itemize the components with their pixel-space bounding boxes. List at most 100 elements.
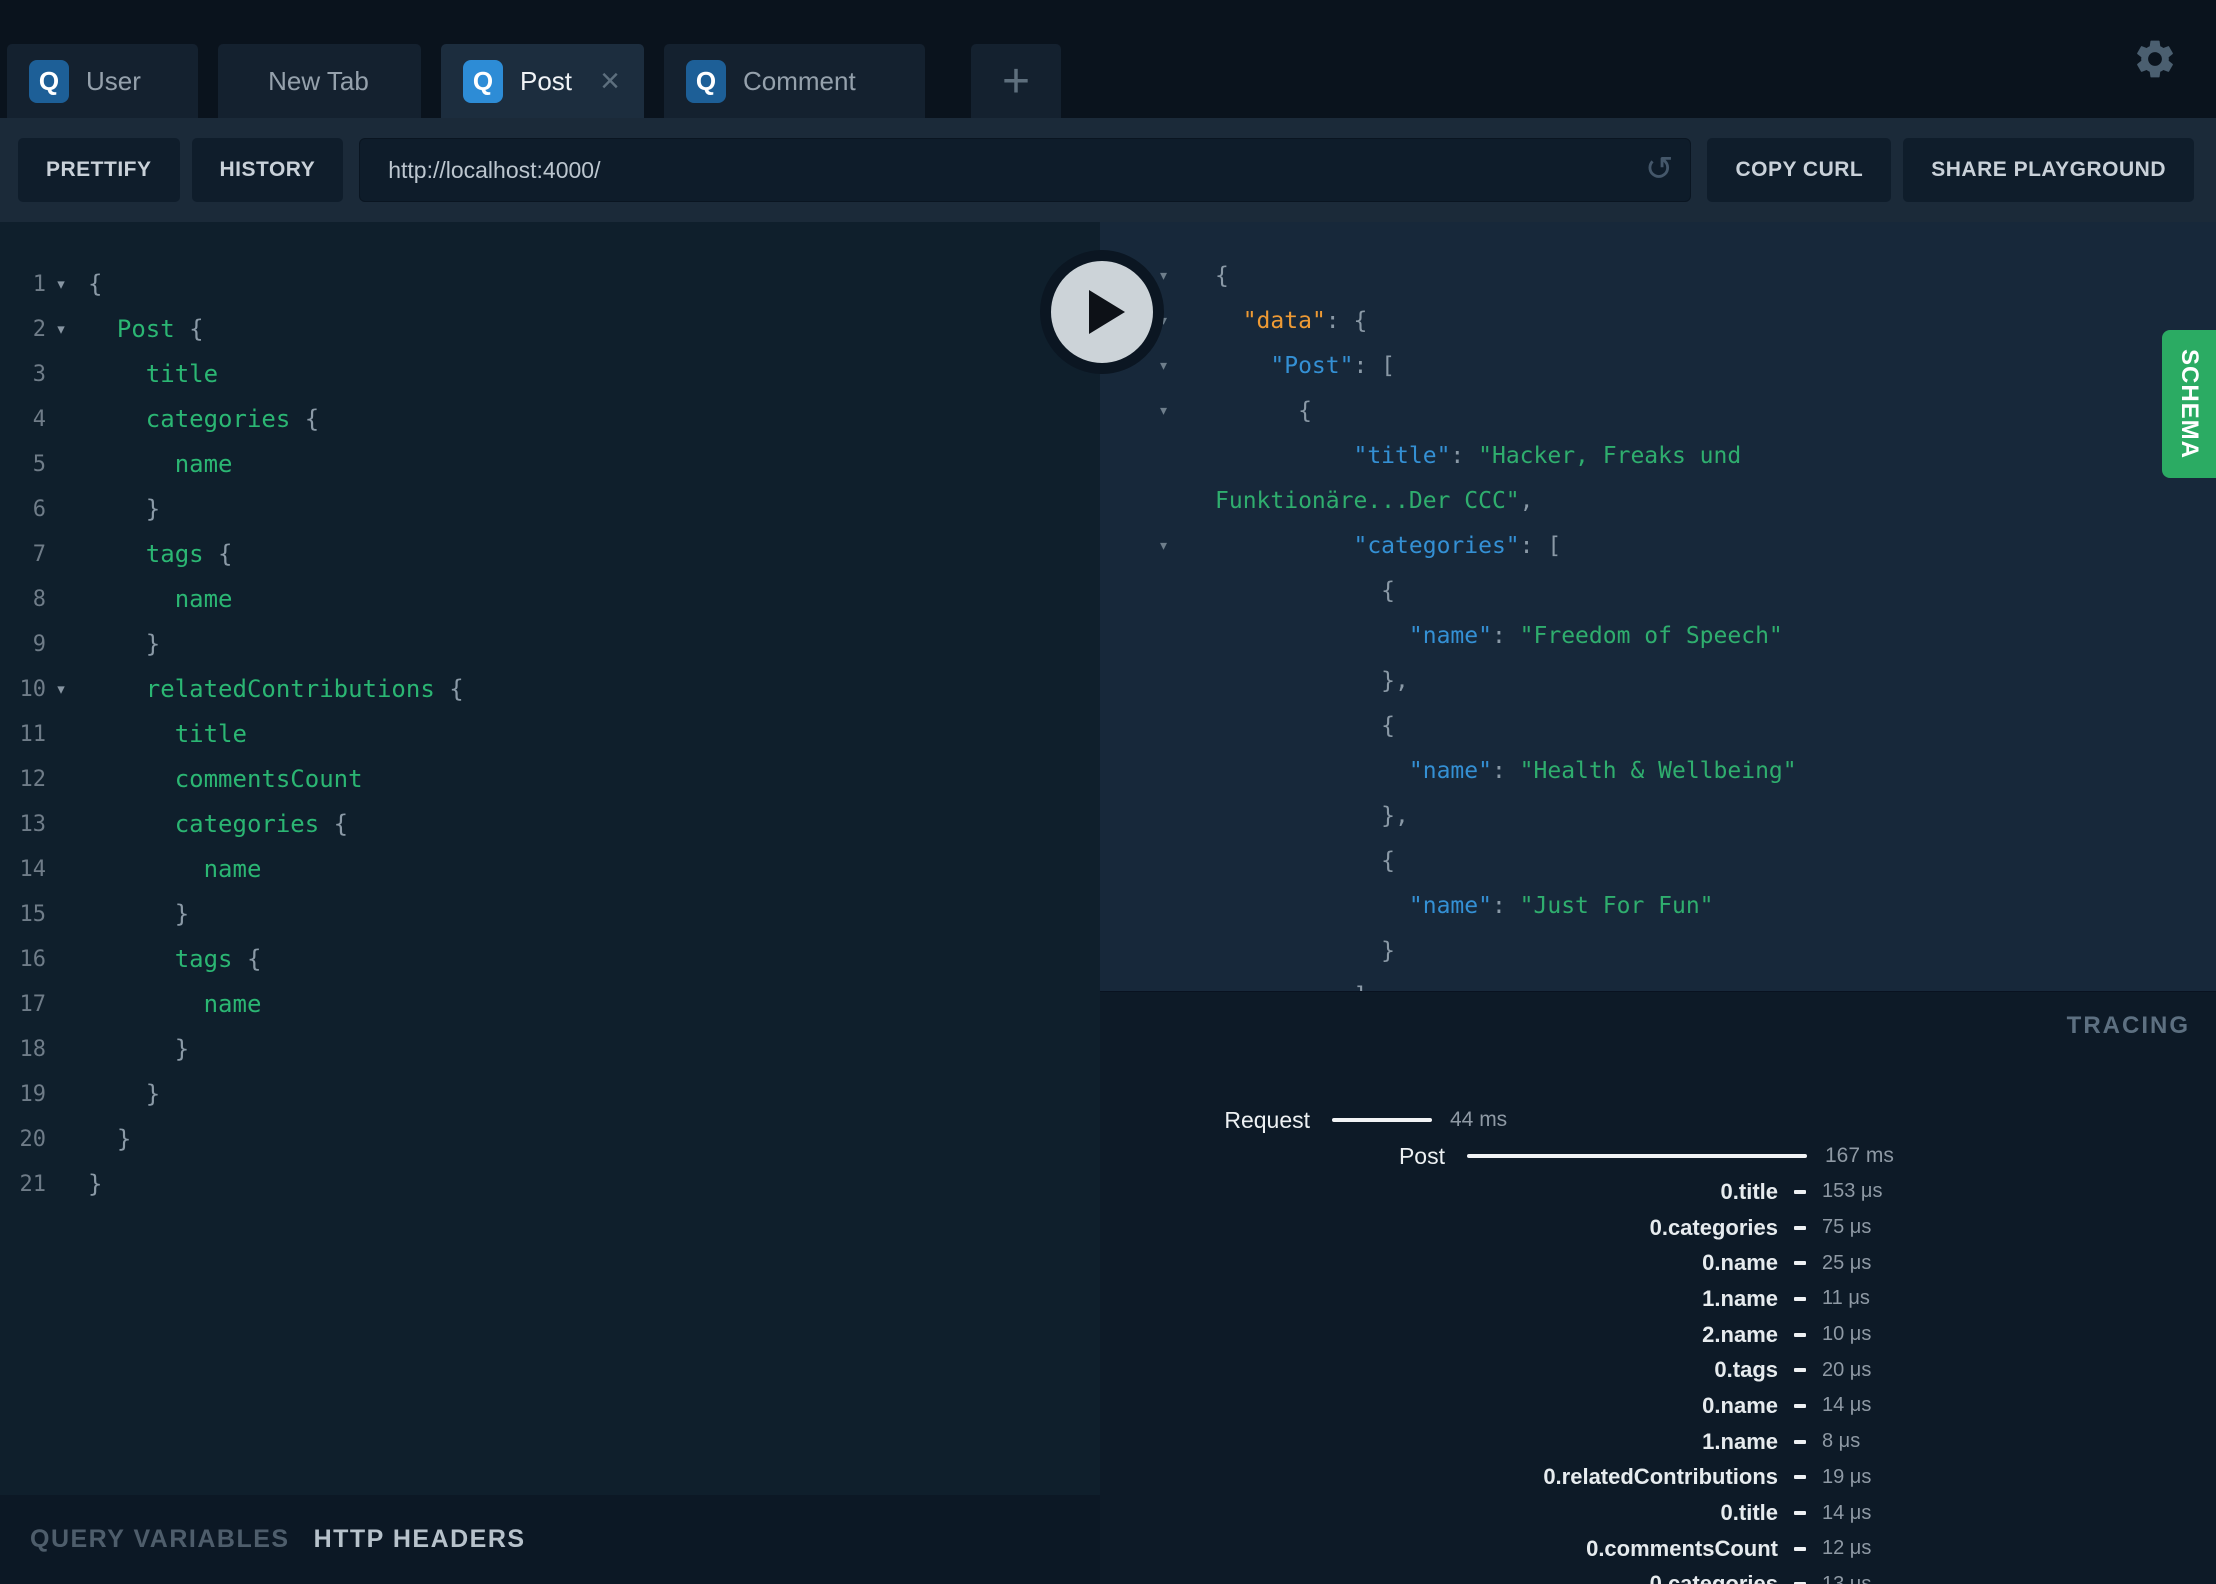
tab-label: User	[86, 65, 141, 96]
trace-duration: 13 μs	[1822, 1572, 1872, 1584]
query-line: 10 ▾ relatedContributions {	[0, 667, 1100, 712]
code-token: },	[1215, 803, 1409, 829]
tab-list: Q User New Tab Q Post × Q Comment	[7, 44, 945, 118]
new-tab-button[interactable]: +	[971, 44, 1061, 118]
query-variables-tab[interactable]: QUERY VARIABLES	[30, 1525, 290, 1554]
code-token: categories	[88, 405, 291, 433]
schema-tab-button[interactable]: SCHEMA	[2162, 330, 2216, 478]
code-token: tags	[88, 540, 204, 568]
code-token: {	[319, 810, 349, 838]
endpoint-url-input[interactable]	[359, 138, 1692, 202]
trace-path: 0.categories	[1649, 1214, 1778, 1240]
query-line: 13 categories {	[0, 802, 1100, 847]
query-line: 11 title	[0, 712, 1100, 757]
code-token: "categories"	[1353, 533, 1520, 559]
query-code: }	[76, 1072, 160, 1117]
trace-bar-dash	[1794, 1296, 1806, 1301]
trace-row: 0.categories 13 μs	[1100, 1567, 2216, 1584]
code-token: commentsCount	[88, 765, 363, 793]
trace-row: 2.name 10 μs	[1100, 1317, 2216, 1353]
copy-curl-button[interactable]: COPY CURL	[1707, 138, 1892, 202]
editor-footer: QUERY VARIABLES HTTP HEADERS	[0, 1495, 1100, 1584]
query-badge: Q	[463, 59, 503, 103]
tab-label: Comment	[743, 65, 856, 96]
code-token: },	[1215, 668, 1409, 694]
query-code: name	[76, 577, 233, 622]
line-number: 11	[19, 722, 47, 747]
prettify-button[interactable]: PRETTIFY	[18, 138, 180, 202]
code-token: {	[434, 675, 464, 703]
query-line: 16 tags {	[0, 937, 1100, 982]
trace-row: 0.tags 20 μs	[1100, 1352, 2216, 1388]
code-token: name	[88, 585, 233, 613]
fold-arrow-icon[interactable]: ▾	[46, 667, 76, 712]
fold-gutter	[46, 802, 76, 847]
execute-query-button[interactable]	[1040, 250, 1164, 374]
fold-arrow-icon[interactable]: ▾	[1160, 389, 1167, 434]
code-token: {	[290, 405, 320, 433]
line-number: 17	[19, 992, 47, 1017]
code-token: }	[88, 1170, 103, 1198]
trace-duration: 14 μs	[1822, 1501, 1872, 1524]
response-line: ]	[1100, 974, 2216, 992]
line-number: 19	[19, 1082, 47, 1107]
code-token: {	[1215, 713, 1396, 739]
fold-gutter	[46, 352, 76, 397]
query-line: 6 }	[0, 487, 1100, 532]
trace-duration: 12 μs	[1822, 1537, 1872, 1560]
code-token: "title"	[1353, 443, 1451, 469]
tab-new-tab[interactable]: New Tab	[218, 44, 421, 118]
trace-bar-dash	[1794, 1439, 1806, 1444]
trace-row: 1.name 8 μs	[1100, 1424, 2216, 1460]
response-lines: ▾{▾ "data": {▾ "Post": [▾ { "title": "Ha…	[1100, 254, 2216, 992]
code-token: }	[88, 1080, 161, 1108]
fold-gutter	[46, 622, 76, 667]
code-token: Post	[88, 315, 175, 343]
code-token: Funktionäre...Der CCC"	[1215, 488, 1520, 514]
fold-gutter	[46, 712, 76, 757]
trace-path: 1.name	[1702, 1428, 1778, 1454]
trace-bar-dash	[1794, 1261, 1806, 1266]
tab-user[interactable]: Q User	[7, 44, 198, 118]
line-number: 15	[19, 902, 47, 927]
fold-arrow-icon[interactable]: ▾	[1160, 344, 1167, 389]
query-editor[interactable]: 1 ▾{2 ▾ Post {3 title 4 categories {5 name 6…	[0, 222, 1100, 1495]
trace-row: 0.title 153 μs	[1100, 1174, 2216, 1210]
http-headers-tab[interactable]: HTTP HEADERS	[314, 1525, 526, 1554]
fold-arrow-icon[interactable]: ▾	[46, 307, 76, 352]
tab-label: Post	[520, 65, 573, 96]
response-line: ▾{	[1100, 254, 2216, 299]
fold-arrow-icon[interactable]: ▾	[1160, 524, 1167, 569]
query-code: relatedContributions {	[76, 667, 464, 712]
trace-bar-dash	[1794, 1332, 1806, 1337]
query-line: 3 title	[0, 352, 1100, 397]
fold-arrow-icon[interactable]: ▾	[46, 262, 76, 307]
history-button[interactable]: HISTORY	[191, 138, 344, 202]
fold-gutter	[46, 1072, 76, 1117]
response-line: "name": "Just For Fun"	[1100, 884, 2216, 929]
tab-post[interactable]: Q Post ×	[441, 44, 644, 118]
code-token: "name"	[1408, 893, 1492, 919]
trace-bar-dash	[1794, 1403, 1806, 1408]
line-number: 10	[19, 677, 47, 702]
response-viewer: ▾{▾ "data": {▾ "Post": [▾ { "title": "Ha…	[1100, 222, 2216, 992]
response-line: },	[1100, 794, 2216, 839]
query-code: tags {	[76, 937, 262, 982]
query-line: 5 name	[0, 442, 1100, 487]
trace-duration: 8 μs	[1822, 1430, 1861, 1453]
settings-gear-icon[interactable]	[2132, 36, 2178, 82]
tab-comment[interactable]: Q Comment	[664, 44, 925, 118]
share-playground-button[interactable]: SHARE PLAYGROUND	[1903, 138, 2194, 202]
line-number: 21	[19, 1172, 47, 1197]
line-number: 8	[32, 587, 46, 612]
code-token: name	[88, 450, 233, 478]
code-token: }	[88, 1035, 190, 1063]
code-token: :	[1491, 623, 1520, 649]
code-token: tags	[88, 945, 233, 973]
reload-endpoint-icon[interactable]: ↺	[1645, 149, 1674, 189]
line-number: 14	[19, 857, 47, 882]
line-number: 6	[32, 497, 46, 522]
close-tab-icon[interactable]: ×	[584, 64, 620, 98]
